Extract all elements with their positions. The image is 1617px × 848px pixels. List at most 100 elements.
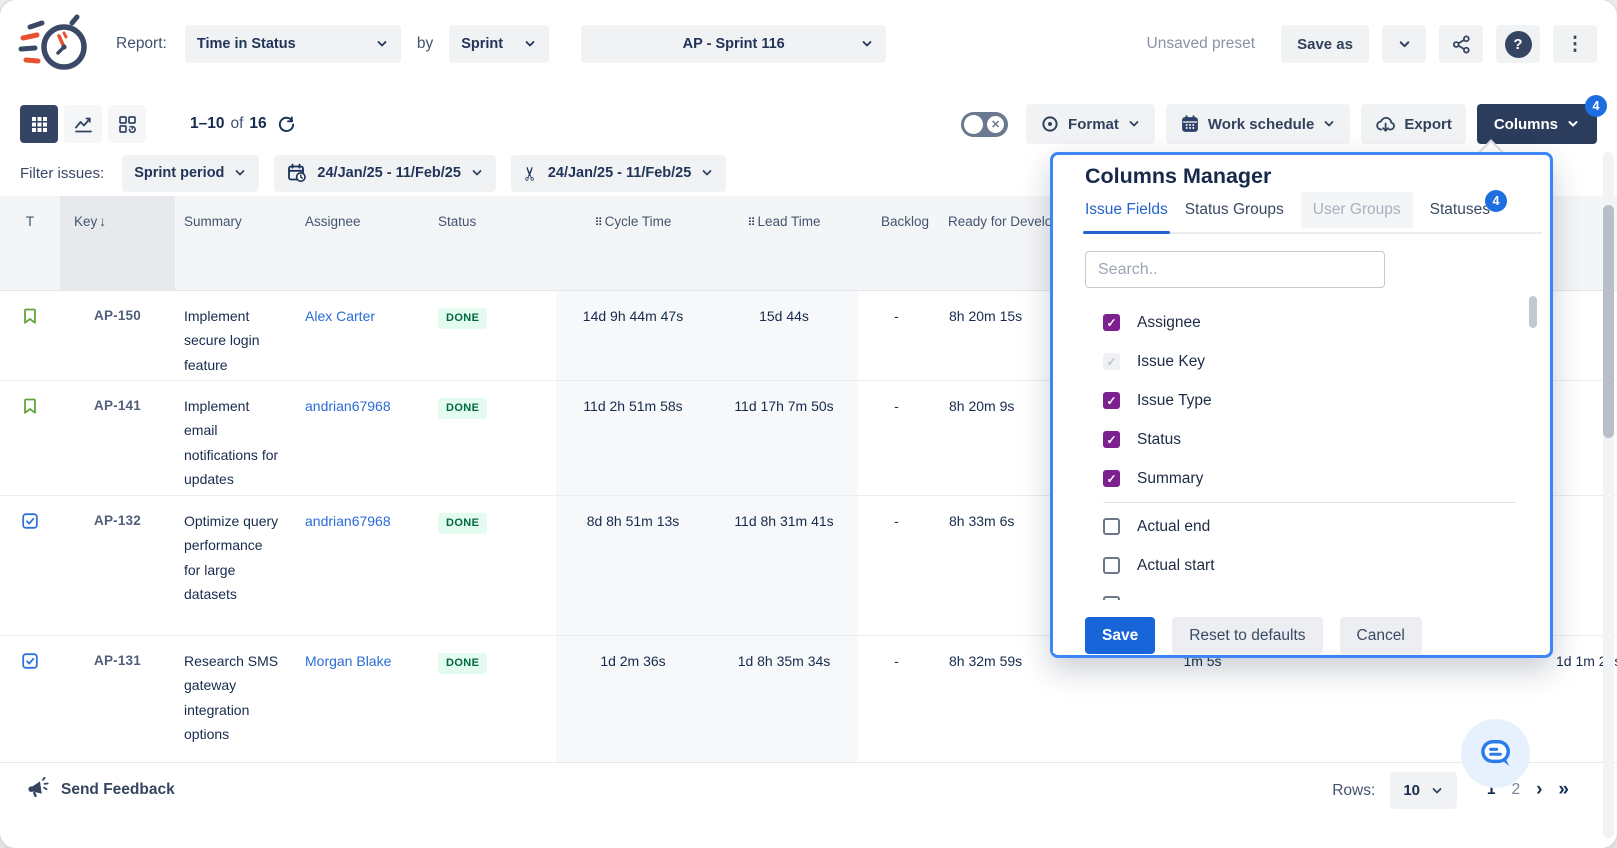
col-header-status[interactable]: Status [425,196,556,290]
pivot-table-icon [117,114,138,135]
field-item-issue-type[interactable]: Issue Type [1103,381,1516,420]
checkbox-icon[interactable] [1103,518,1120,535]
col-header-summary[interactable]: Summary [175,196,292,290]
next-page-icon[interactable]: › [1536,780,1542,799]
drag-handle-icon[interactable]: ⠿ [595,217,602,229]
report-label: Report: [116,35,167,53]
grid-view-button[interactable] [20,105,58,143]
backlog-cell: - [858,290,935,380]
more-menu-button[interactable]: ⋮ [1553,25,1597,63]
chevron-down-icon [375,37,389,51]
checkbox-icon[interactable] [1103,470,1120,487]
tab-status-groups[interactable]: Status Groups [1185,201,1284,219]
grid-view-icon [31,116,48,133]
col-header-lead-time[interactable]: ⠿Lead Time [710,196,858,290]
sprint-dropdown[interactable]: AP - Sprint 116 [581,25,886,63]
col-header-backlog[interactable]: Backlog [858,196,935,290]
assignee-link[interactable]: andrian67968 [305,398,391,414]
footer: Send Feedback Rows: 10 1 2 › » [0,762,1617,848]
period-dropdown[interactable]: Sprint period [122,155,259,192]
lead-time-cell: 11d 8h 31m 41s [710,495,858,635]
issue-key: AP-150 [60,290,175,380]
save-options-button[interactable] [1382,25,1426,63]
chevron-down-icon [860,37,874,51]
help-button[interactable]: ? [1496,25,1540,63]
share-button[interactable] [1439,25,1483,63]
toggle-switch[interactable]: ✕ [961,112,1008,137]
format-button[interactable]: Format [1026,104,1155,144]
work-schedule-button[interactable]: Work schedule [1166,104,1350,144]
pivot-view-button[interactable] [108,105,146,143]
tab-statuses[interactable]: Statuses 4 [1430,201,1490,219]
issue-type-icon [21,652,39,670]
assignee-link[interactable]: Morgan Blake [305,653,391,669]
app-window: Report: Time in Status by Sprint AP - Sp… [0,0,1617,848]
export-cloud-icon [1375,114,1396,135]
last-page-icon[interactable]: » [1558,780,1569,799]
field-label: Issue Key [1137,353,1205,371]
sprint-value: AP - Sprint 116 [683,36,785,52]
save-button[interactable]: Save [1085,617,1155,654]
tab-issue-fields[interactable]: Issue Fields [1085,201,1168,219]
refresh-icon[interactable] [277,115,296,134]
col-header-assignee[interactable]: Assignee [292,196,425,290]
chevron-down-icon [1566,117,1580,131]
status-badge: DONE [438,653,487,674]
save-as-label: Save as [1297,36,1353,53]
group-by-dropdown[interactable]: Sprint [449,25,549,63]
rows-per-page-dropdown[interactable]: 10 [1390,772,1457,809]
reset-to-defaults-button[interactable]: Reset to defaults [1172,617,1322,654]
send-feedback-button[interactable]: Send Feedback [26,777,175,802]
trim-dates-dropdown[interactable]: ✂ 24/Jan/25 - 11/Feb/25 [511,155,726,192]
issue-summary: Optimize query performance for large dat… [175,495,292,635]
checkbox-icon[interactable] [1103,557,1120,574]
field-item-actual-end[interactable]: Actual end [1103,507,1516,546]
search-input[interactable] [1085,251,1385,288]
assignee-link[interactable]: Alex Carter [305,308,375,324]
col-header-cycle-time[interactable]: ⠿Cycle Time [556,196,710,290]
columns-button[interactable]: Columns 4 [1477,104,1597,144]
col-header-type[interactable]: T [0,196,60,290]
assignee-cell: andrian67968 [292,380,425,495]
chevron-down-icon [1430,784,1444,798]
field-item-assignee[interactable]: Assignee [1103,303,1516,342]
chat-widget-button[interactable] [1461,719,1530,788]
tab-user-groups: User Groups [1301,192,1413,228]
chevron-down-icon [1397,37,1412,52]
chevron-down-icon [523,37,537,51]
cycle-time-cell: 11d 2h 51m 58s [556,380,710,495]
status-badge: DONE [438,398,487,419]
page-scrollbar-thumb[interactable] [1603,205,1614,438]
issue-summary: Implement secure login feature [175,290,292,380]
dialog-scrollbar-thumb[interactable] [1529,296,1537,328]
dialog-search [1085,251,1385,288]
assignee-link[interactable]: andrian67968 [305,513,391,529]
checkbox-icon[interactable] [1103,314,1120,331]
status-badge: DONE [438,513,487,534]
chart-view-button[interactable] [64,105,102,143]
issue-type-cell [0,290,60,380]
save-as-button[interactable]: Save as [1281,25,1369,63]
issue-type-icon [21,512,39,530]
drag-handle-icon[interactable]: ⠿ [747,217,754,229]
checkbox-icon[interactable] [1103,392,1120,409]
checkbox-icon [1103,353,1120,370]
checkbox-icon[interactable] [1103,431,1120,448]
field-item-summary[interactable]: Summary [1103,459,1516,498]
issue-key: AP-141 [60,380,175,495]
toolbar: 1–10 of 16 ✕ Format Work [0,102,1617,146]
columns-manager-dialog: Columns Manager Issue Fields Status Grou… [1050,152,1553,658]
help-icon: ? [1505,31,1532,58]
calendar-clock-icon [286,162,308,184]
sort-desc-icon: ↓ [99,213,106,229]
field-item-partial[interactable] [1103,585,1516,600]
rows-value: 10 [1403,782,1420,799]
col-header-key[interactable]: Key↓ [60,196,175,290]
line-chart-icon [73,114,94,135]
field-item-actual-start[interactable]: Actual start [1103,546,1516,585]
report-type-dropdown[interactable]: Time in Status [185,25,401,63]
field-item-status[interactable]: Status [1103,420,1516,459]
cancel-button[interactable]: Cancel [1340,617,1422,654]
sprint-dates-dropdown[interactable]: 24/Jan/25 - 11/Feb/25 [274,155,495,192]
export-button[interactable]: Export [1361,104,1466,144]
